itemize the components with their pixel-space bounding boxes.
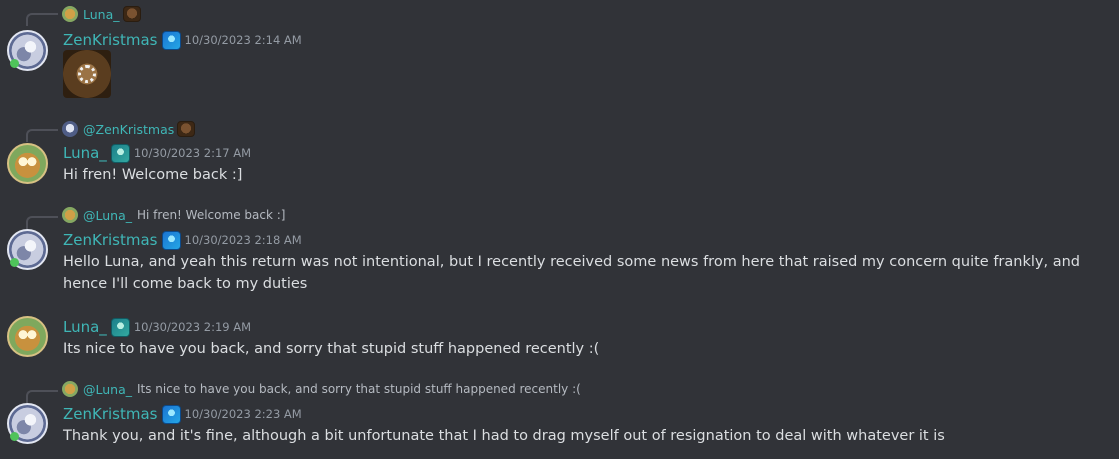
cat-avatar-decoration-icon [177, 121, 196, 137]
reply-snippet[interactable]: Hi fren! Welcome back :] [137, 208, 285, 222]
username[interactable]: ZenKristmas [63, 405, 158, 423]
timestamp[interactable]: 10/30/2023 2:23 AM [185, 407, 302, 421]
username[interactable]: ZenKristmas [63, 31, 158, 49]
reply-preview[interactable]: @ZenKristmas [62, 120, 196, 138]
reply-connector [26, 390, 58, 403]
avatar[interactable] [7, 30, 48, 71]
reply-author[interactable]: Luna_ [83, 7, 120, 22]
chat-log: Luna_ ZenKristmas 10/30/2023 2:14 AM @Ze… [0, 0, 1119, 459]
username[interactable]: Luna_ [63, 318, 107, 336]
message-text: Hello Luna, and yeah this return was not… [63, 254, 1080, 292]
timestamp[interactable]: 10/30/2023 2:18 AM [185, 233, 302, 247]
crystal-badge-icon[interactable] [161, 404, 181, 424]
message-header: Luna_ 10/30/2023 2:19 AM [63, 317, 251, 337]
reply-author[interactable]: @Luna_ [83, 382, 132, 397]
reply-connector [26, 129, 58, 142]
reply-avatar [62, 207, 78, 223]
cat-avatar-decoration-icon [122, 6, 141, 22]
message-text: Hi fren! Welcome back :] [63, 167, 243, 183]
message-text: Thank you, and it's fine, although a bit… [63, 428, 945, 444]
avatar[interactable] [7, 316, 48, 357]
crystal-badge-icon[interactable] [161, 30, 181, 50]
message-header: Luna_ 10/30/2023 2:17 AM [63, 143, 251, 163]
image-attachment[interactable] [63, 50, 111, 98]
reply-preview[interactable]: Luna_ [62, 5, 141, 23]
timestamp[interactable]: 10/30/2023 2:17 AM [134, 146, 251, 160]
reply-connector [26, 13, 58, 26]
reply-snippet[interactable]: Its nice to have you back, and sorry tha… [137, 382, 581, 396]
reply-avatar [62, 381, 78, 397]
timestamp[interactable]: 10/30/2023 2:14 AM [185, 33, 302, 47]
username[interactable]: Luna_ [63, 144, 107, 162]
message-header: ZenKristmas 10/30/2023 2:14 AM [63, 30, 302, 50]
message-text: Its nice to have you back, and sorry tha… [63, 341, 600, 357]
avatar[interactable] [7, 143, 48, 184]
reply-connector [26, 216, 58, 229]
reply-preview[interactable]: @Luna_ Hi fren! Welcome back :] [62, 206, 285, 224]
reply-preview[interactable]: @Luna_ Its nice to have you back, and so… [62, 380, 581, 398]
crystal-badge-icon[interactable] [110, 143, 130, 163]
avatar[interactable] [7, 403, 48, 444]
reply-author[interactable]: @Luna_ [83, 208, 132, 223]
crystal-badge-icon[interactable] [161, 230, 181, 250]
username[interactable]: ZenKristmas [63, 231, 158, 249]
reply-author[interactable]: @ZenKristmas [83, 122, 174, 137]
timestamp[interactable]: 10/30/2023 2:19 AM [134, 320, 251, 334]
message-header: ZenKristmas 10/30/2023 2:18 AM [63, 230, 302, 250]
crystal-badge-icon[interactable] [110, 317, 130, 337]
reply-avatar [62, 121, 78, 137]
reply-avatar [62, 6, 78, 22]
message-header: ZenKristmas 10/30/2023 2:23 AM [63, 404, 302, 424]
avatar[interactable] [7, 229, 48, 270]
loading-spinner-icon [78, 65, 96, 83]
